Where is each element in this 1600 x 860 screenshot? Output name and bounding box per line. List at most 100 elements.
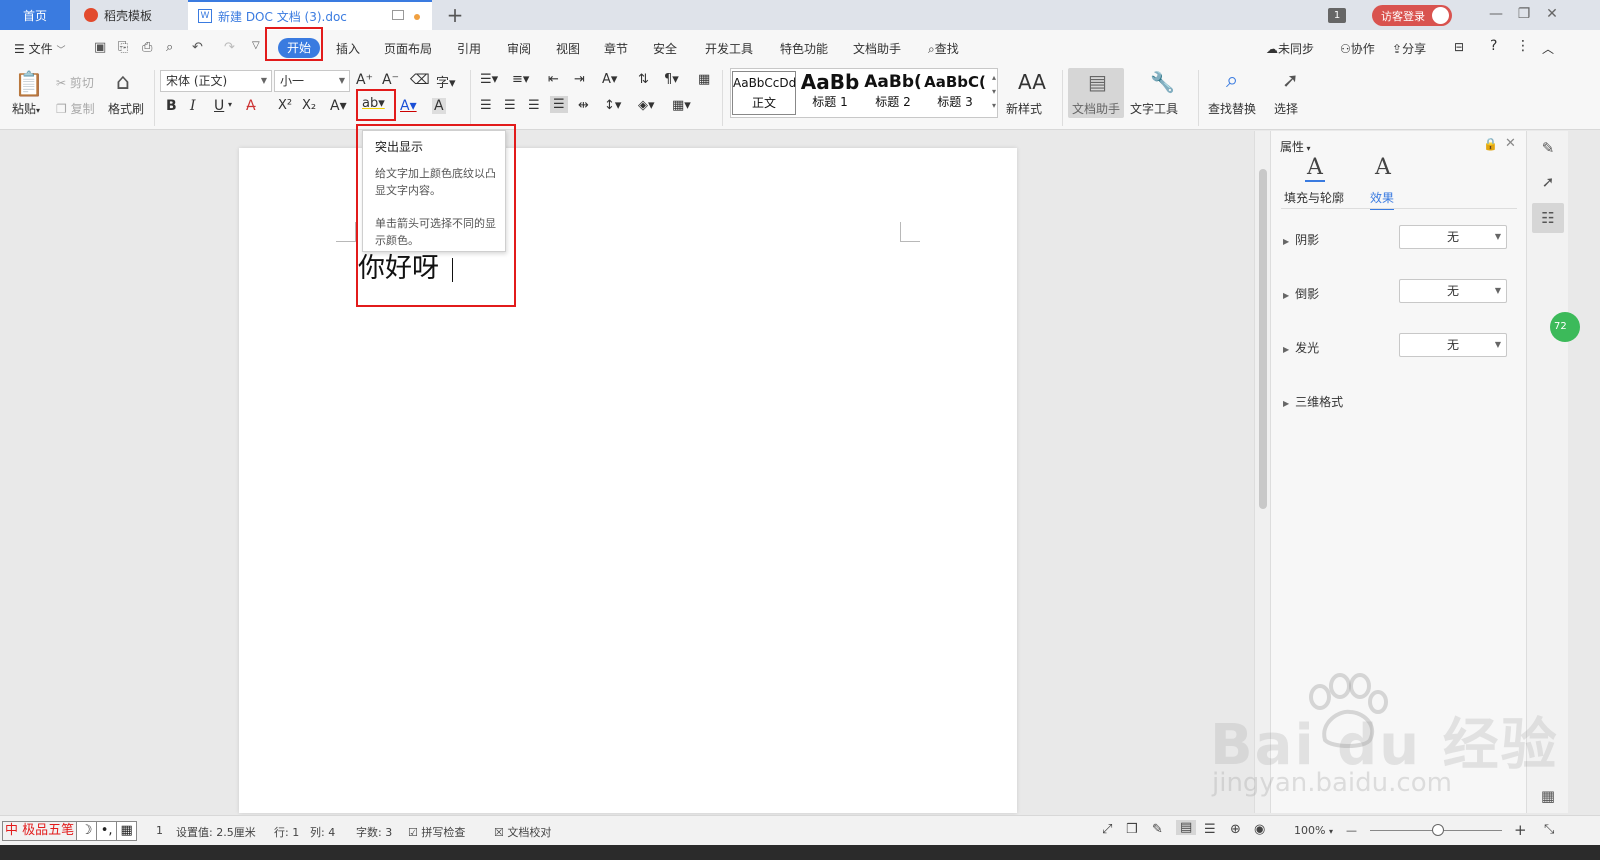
new-style-button[interactable]: 新样式 [1006,100,1042,117]
style-normal[interactable]: AaBbCcDd 正文 [732,71,796,115]
scrollbar-thumb[interactable] [1259,169,1267,509]
chevron-down-icon[interactable]: ▾ [228,100,232,109]
write-mode-icon[interactable]: ✎ [1152,822,1163,837]
page-number[interactable]: 1 [156,824,163,837]
font-color-icon[interactable]: A▾ [400,98,417,114]
bold-button[interactable]: B [166,98,177,114]
tab-home[interactable]: 首页 [0,0,70,30]
chinese-layout-icon[interactable]: A▾ [602,72,617,87]
numbered-list-icon[interactable]: ≡▾ [512,72,529,87]
punctuation-icon[interactable]: •, [96,822,117,840]
ime-toolbar[interactable]: 中 极品五笔 ☽ •, ▦ [2,821,138,841]
style-heading-2[interactable]: AaBb( 标题 2 [861,71,925,115]
tab-security[interactable]: 安全 [653,40,677,57]
prop-reflection[interactable]: ▶ 倒影 [1283,285,1319,302]
read-mode-icon[interactable]: ❒ [1126,822,1138,837]
find-replace-button[interactable]: 查找替换 [1208,100,1256,117]
tab-effects[interactable]: 效果 [1370,189,1395,210]
monitor-icon[interactable] [392,10,404,20]
fill-outline-icon[interactable]: A [1305,155,1325,182]
web-view-icon[interactable]: ⊕ [1230,822,1241,837]
align-center-icon[interactable]: ☰ [504,98,516,113]
print-icon[interactable]: ⎙ [142,40,152,55]
italic-button[interactable]: I [190,98,196,114]
tab-developer[interactable]: 开发工具 [705,40,753,57]
tab-review[interactable]: 审阅 [507,40,531,57]
eye-care-icon[interactable]: ◉ [1254,822,1265,837]
char-shading-icon[interactable]: A [432,98,446,114]
print-preview-icon[interactable]: ⌕ [166,40,173,55]
file-menu[interactable]: ☰ 文件 ﹀ [14,40,65,57]
close-window-button[interactable]: ✕ [1542,6,1562,22]
cursor-icon[interactable]: ➚ [1537,171,1559,193]
align-left-icon[interactable]: ☰ [480,98,492,113]
pen-icon[interactable]: ✎ [1537,137,1559,159]
increase-indent-icon[interactable]: ⇥ [574,72,585,87]
tab-special-features[interactable]: 特色功能 [780,40,828,57]
underline-button[interactable]: U [214,98,224,114]
bullet-list-icon[interactable]: ☰▾ [480,72,498,87]
justify-icon[interactable]: ☰ [550,96,568,113]
window-count-badge[interactable]: 1 [1328,8,1346,23]
prop-glow[interactable]: ▶ 发光 [1283,339,1319,356]
keyboard-icon[interactable]: ▦ [116,822,137,840]
format-painter-button[interactable]: 格式刷 [108,100,144,117]
shading-icon[interactable]: ◈▾ [638,98,655,113]
collapse-ribbon-button[interactable]: ︿ [1542,40,1554,57]
redo-icon[interactable]: ↷ [224,40,235,55]
paste-button[interactable]: 粘贴▾ [12,100,40,117]
collab-button[interactable]: ⚇协作 [1340,40,1375,57]
word-count[interactable]: 字数: 3 [356,824,392,840]
setting-value[interactable]: 设置值: 2.5厘米 [176,824,256,840]
distribute-icon[interactable]: ⇹ [578,98,589,113]
strikethrough-icon[interactable]: A̶ [246,98,256,114]
prop-shadow[interactable]: ▶ 阴影 [1283,231,1319,248]
effects-icon[interactable]: A [1375,155,1391,180]
find-replace-icon[interactable]: ⌕ [1226,68,1238,93]
zoom-in-button[interactable]: + [1514,821,1527,839]
spell-check-button[interactable]: ☑ 拼写检查 [408,824,465,840]
tab-template[interactable]: 稻壳模板 [72,0,186,30]
moon-icon[interactable]: ☽ [76,822,97,840]
shrink-font-icon[interactable]: A⁻ [382,72,399,88]
borders-icon[interactable]: ▦▾ [672,98,691,113]
properties-title[interactable]: 属性 ▾ [1280,138,1311,155]
shadow-select[interactable]: 无 ▼ [1399,225,1507,249]
clear-format-icon[interactable]: ⌫ [410,72,430,88]
zoom-slider-knob[interactable] [1432,824,1444,836]
restore-button[interactable]: ❐ [1514,6,1534,22]
cut-button[interactable]: ✂ 剪切 [56,74,94,91]
more-button[interactable]: ⋮ [1516,38,1530,54]
tab-view[interactable]: 视图 [556,40,580,57]
subscript-icon[interactable]: X₂ [302,98,316,113]
fullscreen-icon[interactable]: ⤢ [1102,822,1112,837]
format-painter-icon[interactable]: ⌂ [116,70,130,95]
tab-chapter[interactable]: 章节 [604,40,628,57]
lock-icon[interactable]: 🔒 [1483,137,1498,151]
grow-font-icon[interactable]: A⁺ [356,72,373,88]
tab-references[interactable]: 引用 [457,40,481,57]
green-status-badge[interactable]: 72 [1550,312,1580,342]
text-tools-button[interactable]: 文字工具 [1130,100,1178,117]
tab-document[interactable]: W 新建 DOC 文档 (3).doc [188,0,432,30]
close-panel-icon[interactable]: ✕ [1505,136,1516,151]
new-tab-button[interactable]: + [444,4,466,26]
visitor-login-button[interactable]: 访客登录 [1372,5,1452,26]
style-heading-1[interactable]: AaBb 标题 1 [798,71,862,115]
cursor-select-icon[interactable]: ➚ [1282,68,1299,92]
help-button[interactable]: ? [1490,38,1497,54]
calendar-icon[interactable]: ⊟ [1454,40,1464,54]
sort-icon[interactable]: ⇅ [638,72,649,87]
tab-page-layout[interactable]: 页面布局 [384,40,432,57]
superscript-icon[interactable]: X² [278,98,292,113]
glow-select[interactable]: 无 ▼ [1399,333,1507,357]
page-view-icon[interactable]: ▤ [1176,820,1197,835]
prop-3d-format[interactable]: ▶ 三维格式 [1283,393,1343,410]
tab-insert[interactable]: 插入 [336,40,360,57]
wrench-icon[interactable]: 🔧 [1150,70,1175,94]
tab-fill-outline[interactable]: 填充与轮廓 [1284,189,1344,206]
share-button[interactable]: ⇪分享 [1392,40,1426,57]
undo-icon[interactable]: ↶ [192,40,203,55]
font-size-select[interactable]: 小一 ▼ [274,70,350,92]
save-icon[interactable]: ▣ [94,40,106,55]
